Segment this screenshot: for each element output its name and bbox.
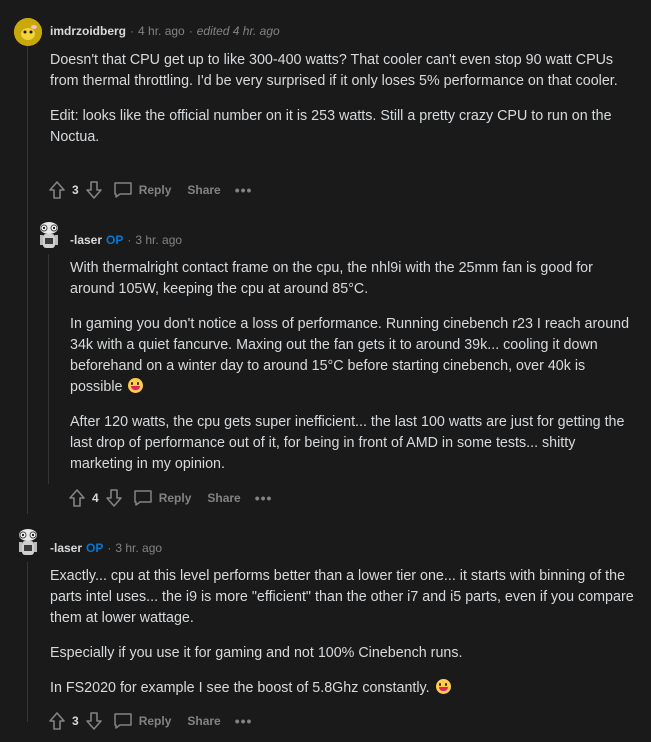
comment-actions: 3 Reply Share ••• <box>48 711 252 731</box>
comment-paragraph: In FS2020 for example I see the boost of… <box>50 678 635 699</box>
comment-paragraph: Doesn't that CPU get up to like 300-400 … <box>50 52 618 89</box>
share-button[interactable]: Share <box>181 183 220 197</box>
edited-label: edited 4 hr. ago <box>196 24 280 38</box>
vote-score: 3 <box>72 714 79 728</box>
username[interactable]: -laser <box>50 541 82 555</box>
snoo-avatar-icon <box>40 222 58 248</box>
comment-paragraph: Edit: looks like the official number on … <box>50 108 612 145</box>
comment-bubble-icon <box>133 489 153 507</box>
vote-score: 4 <box>92 491 99 505</box>
grinning-emoji-icon <box>435 679 451 694</box>
upvote-icon[interactable] <box>48 711 66 731</box>
avatar[interactable] <box>13 527 41 555</box>
op-badge: OP <box>106 233 124 247</box>
comment-bubble-icon <box>113 181 133 199</box>
separator-dot: · <box>130 24 135 38</box>
upvote-icon[interactable] <box>68 488 86 508</box>
share-button[interactable]: Share <box>201 491 240 505</box>
comment-actions: 4 Reply Share ••• <box>68 488 272 508</box>
timestamp[interactable]: 3 hr. ago <box>135 233 182 247</box>
comment-paragraph: With thermalright contact frame on the c… <box>70 260 593 297</box>
comment-paragraph: After 120 watts, the cpu gets super inef… <box>70 414 625 472</box>
username[interactable]: -laser <box>70 233 102 247</box>
separator-dot: · <box>188 24 193 38</box>
share-label: Share <box>187 714 221 728</box>
avatar[interactable] <box>14 18 42 46</box>
comment-body: With thermalright contact frame on the c… <box>70 258 635 489</box>
share-label: Share <box>207 491 241 505</box>
thread-line[interactable] <box>27 46 28 514</box>
share-label: Share <box>187 183 221 197</box>
comment-paragraph-text: In FS2020 for example I see the boost of… <box>50 680 430 696</box>
more-options-icon[interactable]: ••• <box>235 182 253 198</box>
share-button[interactable]: Share <box>181 714 220 728</box>
more-options-icon[interactable]: ••• <box>235 713 253 729</box>
reply-button[interactable]: Reply <box>133 489 192 507</box>
comment-body: Doesn't that CPU get up to like 300-400 … <box>50 50 635 162</box>
timestamp[interactable]: 4 hr. ago <box>138 24 185 38</box>
reply-label: Reply <box>138 714 172 728</box>
reply-label: Reply <box>158 491 192 505</box>
comment-actions: 3 Reply Share ••• <box>48 180 252 200</box>
downvote-icon[interactable] <box>105 488 123 508</box>
reply-label: Reply <box>138 183 172 197</box>
reply-button[interactable]: Reply <box>113 712 172 730</box>
more-options-icon[interactable]: ••• <box>255 490 273 506</box>
snoo-avatar-icon <box>19 529 37 555</box>
separator-dot: · <box>107 541 112 555</box>
thread-line[interactable] <box>48 254 49 484</box>
separator-dot: · <box>127 233 132 247</box>
thread-line[interactable] <box>27 562 28 722</box>
grinning-emoji-icon <box>128 378 144 393</box>
op-badge: OP <box>86 541 104 555</box>
reply-button[interactable]: Reply <box>113 181 172 199</box>
comment-body: Exactly... cpu at this level performs be… <box>50 566 635 713</box>
timestamp[interactable]: 3 hr. ago <box>115 541 162 555</box>
avatar[interactable] <box>34 220 62 248</box>
upvote-icon[interactable] <box>48 180 66 200</box>
snoo-avatar-icon <box>14 18 42 46</box>
downvote-icon[interactable] <box>85 711 103 731</box>
comment-paragraph: Especially if you use it for gaming and … <box>50 645 463 661</box>
downvote-icon[interactable] <box>85 180 103 200</box>
comment-bubble-icon <box>113 712 133 730</box>
username[interactable]: imdrzoidberg <box>50 24 126 38</box>
vote-score: 3 <box>72 183 79 197</box>
comment-paragraph: In gaming you don't notice a loss of per… <box>70 314 635 398</box>
comment-paragraph: Exactly... cpu at this level performs be… <box>50 568 634 626</box>
comment-paragraph-text: In gaming you don't notice a loss of per… <box>70 316 630 395</box>
